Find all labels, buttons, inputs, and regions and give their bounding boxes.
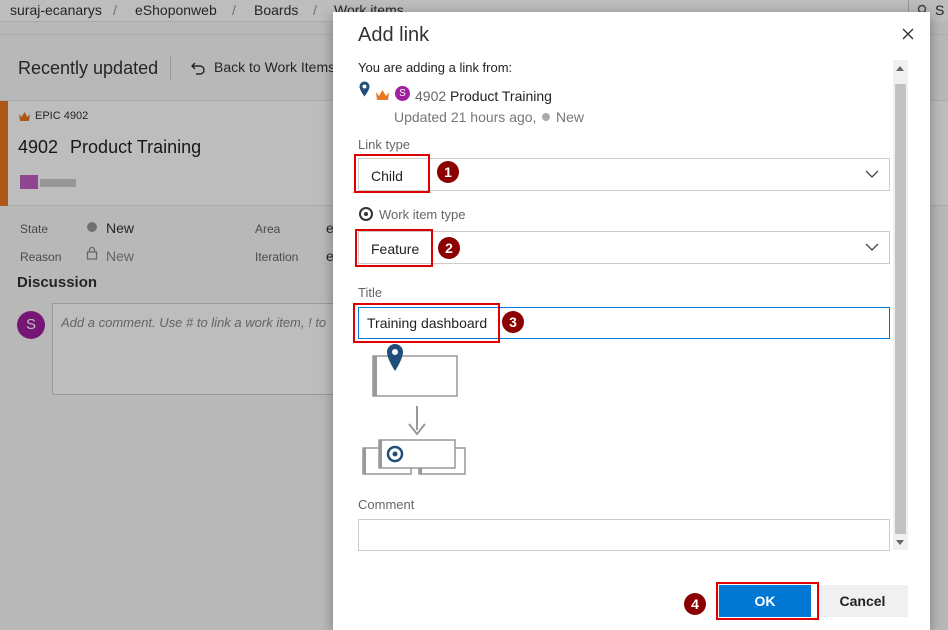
highlight-box-work-item-type [355,229,433,267]
highlight-box-title [353,303,500,343]
work-item-type-radio-icon [359,207,373,221]
title-label: Title [358,285,383,300]
step-badge-2: 2 [438,237,460,259]
close-icon[interactable] [899,25,917,43]
chevron-down-icon [865,243,879,251]
step-badge-1: 1 [437,161,459,183]
crown-icon [376,90,389,100]
source-user-avatar: S [395,86,410,101]
source-state: New [556,109,585,125]
state-dot-icon [542,113,550,121]
step-badge-4: 4 [684,593,706,615]
scrollbar-thumb[interactable] [895,84,906,534]
source-work-item-id: 4902 [415,88,447,104]
source-updated-text: Updated 21 hours ago, [394,109,537,125]
location-pin-icon [359,81,370,97]
link-source-label: You are adding a link from: [358,60,513,75]
dialog-scrollbar[interactable] [893,60,908,550]
comment-input[interactable] [359,520,889,550]
highlight-box-ok [716,582,819,620]
work-item-type-label: Work item type [379,207,466,222]
dialog-title: Add link [358,24,430,46]
scroll-down-arrow-icon[interactable] [896,540,904,545]
chevron-down-icon [865,170,879,178]
source-work-item-title: Product Training [450,88,552,104]
step-badge-3: 3 [502,311,524,333]
highlight-box-link-type [354,154,430,193]
scroll-up-arrow-icon[interactable] [896,66,904,71]
cancel-button[interactable]: Cancel [817,585,908,617]
comment-label: Comment [358,497,415,512]
link-relationship-diagram-icon [362,344,466,475]
comment-field[interactable] [358,519,890,551]
link-type-label: Link type [358,137,411,152]
